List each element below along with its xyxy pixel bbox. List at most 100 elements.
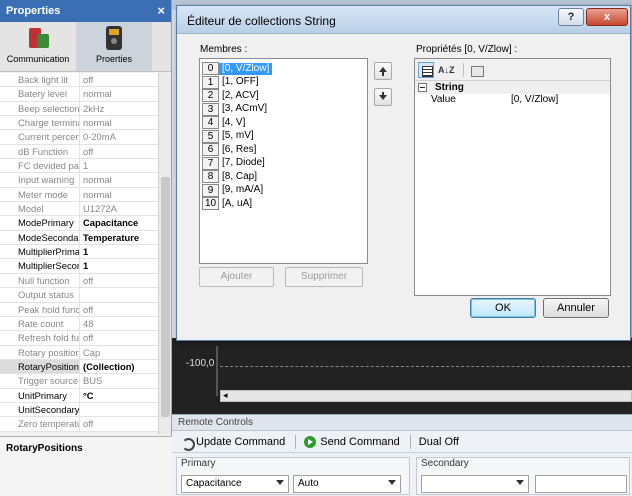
list-item[interactable]: 4 [4, V] — [202, 116, 248, 130]
property-value[interactable]: Capacitance — [80, 216, 158, 229]
property-row[interactable]: dB Function off — [0, 144, 158, 160]
property-row[interactable]: ModePrimary Capacitance — [0, 216, 158, 231]
property-value[interactable]: °C — [80, 389, 158, 402]
remote-toolbar: Update Command Send Command Dual Off — [172, 431, 632, 453]
property-row[interactable]: Batery level normal — [0, 87, 158, 102]
property-value[interactable]: [0, V/Zlow] — [509, 94, 610, 107]
property-key: FC devided pa — [0, 159, 80, 173]
property-value[interactable]: normal — [80, 173, 158, 186]
property-row[interactable]: Rotary position Cap — [0, 345, 158, 360]
property-value[interactable]: 1 — [80, 159, 158, 172]
property-row[interactable]: Charge terminal normal — [0, 116, 158, 131]
dual-off-button[interactable]: Dual Off — [419, 436, 459, 448]
property-row[interactable]: Output status — [0, 288, 158, 303]
property-row[interactable]: Current percent 0-20mA — [0, 130, 158, 145]
property-row[interactable]: MultiplierSecondary1 — [0, 259, 158, 274]
property-value[interactable]: off — [80, 73, 158, 86]
send-command-button[interactable]: Send Command — [304, 435, 400, 448]
dialog-titlebar[interactable]: Éditeur de collections String ? x — [177, 6, 630, 34]
members-list[interactable]: 0 [0, V/Zlow] 1 [1, OFF] 2 [2, ACV] 3 [3, AC… — [199, 58, 368, 264]
help-button[interactable]: ? — [558, 8, 584, 26]
property-value[interactable]: off — [80, 331, 158, 344]
update-command-button[interactable]: Update Command — [180, 436, 285, 451]
list-item[interactable]: 7 [7, Diode] — [202, 156, 268, 170]
list-item[interactable]: 1 [1, OFF] — [202, 75, 262, 89]
property-row[interactable]: Refresh fold funcoff — [0, 331, 158, 346]
property-value[interactable]: off — [80, 417, 158, 430]
property-pages-icon[interactable] — [468, 62, 484, 78]
property-row-selected[interactable]: RotaryPositions (Collection) — [0, 359, 158, 375]
property-value[interactable]: 0-20mA — [80, 130, 158, 143]
property-row[interactable]: Back light lit off — [0, 73, 158, 88]
ok-button[interactable]: OK — [470, 298, 536, 318]
property-value[interactable]: Temperature — [80, 231, 158, 244]
chart-scrollbar[interactable]: ◂ — [220, 390, 632, 402]
property-value[interactable] — [80, 403, 158, 416]
property-value[interactable]: off — [80, 303, 158, 316]
property-value[interactable]: normal — [80, 188, 158, 201]
list-item[interactable]: 10 [A, uA] — [202, 197, 255, 211]
property-row[interactable]: ModeSecondary Temperature — [0, 230, 158, 246]
property-value[interactable]: Cap — [80, 346, 158, 359]
list-item[interactable]: 6 [6, Res] — [202, 143, 259, 157]
close-icon[interactable]: × — [157, 3, 165, 18]
cancel-button[interactable]: Annuler — [543, 298, 609, 318]
member-text: [1, OFF] — [222, 76, 259, 88]
property-row[interactable]: MultiplierPrimary1 — [0, 245, 158, 260]
list-item[interactable]: 5 [5, mV] — [202, 129, 257, 143]
secondary-range-select[interactable] — [535, 475, 627, 493]
property-row[interactable]: Peak hold func off — [0, 302, 158, 317]
property-row-value[interactable]: Value [0, V/Zlow] — [415, 94, 610, 107]
tab-communication[interactable]: Communication — [0, 22, 76, 71]
move-down-button[interactable] — [374, 88, 392, 106]
property-value[interactable]: off — [80, 145, 158, 158]
property-grid-scrollbar[interactable] — [158, 73, 171, 435]
primary-range-select[interactable]: Auto — [293, 475, 401, 493]
scrollbar-thumb[interactable] — [161, 177, 170, 417]
collection-editor-dialog: Éditeur de collections String ? x Membre… — [176, 5, 631, 341]
move-up-button[interactable] — [374, 62, 392, 80]
member-index: 0 — [202, 62, 219, 76]
property-row[interactable]: UnitPrimary °C — [0, 388, 158, 403]
property-value[interactable]: (Collection) — [80, 360, 158, 373]
list-item[interactable]: 2 [2, ACV] — [202, 89, 262, 103]
category-row-string[interactable]: String — [415, 81, 610, 94]
list-item[interactable]: 3 [3, ACmV] — [202, 102, 270, 116]
property-value[interactable]: normal — [80, 116, 158, 129]
property-row[interactable]: Meter mode normal — [0, 187, 158, 203]
property-value[interactable]: BUS — [80, 374, 158, 387]
property-row[interactable]: UnitSecondary — [0, 402, 158, 418]
property-row[interactable]: Beep selection 2kHz — [0, 101, 158, 117]
property-row[interactable]: Model U1272A — [0, 202, 158, 217]
dialog-close-button[interactable]: x — [586, 8, 628, 26]
add-button[interactable]: Ajouter — [199, 267, 274, 287]
property-row[interactable]: Input warning normal — [0, 173, 158, 188]
list-item[interactable]: 9 [9, mA/A] — [202, 183, 266, 197]
property-row[interactable]: FC devided pa 1 — [0, 159, 158, 174]
primary-mode-select[interactable]: Capacitance — [181, 475, 289, 493]
property-value[interactable]: 48 — [80, 317, 158, 330]
tab-properties[interactable]: Proerties — [76, 22, 152, 71]
property-value[interactable] — [80, 288, 158, 301]
property-row[interactable]: Null function off — [0, 273, 158, 289]
property-row[interactable]: Rate count 48 — [0, 316, 158, 332]
property-value[interactable]: normal — [80, 87, 158, 100]
property-value[interactable]: 1 — [80, 259, 158, 272]
categorized-view-icon[interactable] — [418, 62, 434, 78]
property-value[interactable]: 1 — [80, 245, 158, 258]
secondary-mode-select[interactable] — [421, 475, 529, 493]
scroll-left-icon[interactable]: ◂ — [223, 390, 228, 401]
alphabetical-sort-icon[interactable]: A↓Z — [437, 62, 455, 78]
refresh-icon — [180, 436, 195, 451]
property-value[interactable]: U1272A — [80, 202, 158, 215]
list-item-selected[interactable]: 0 [0, V/Zlow] — [202, 62, 273, 76]
member-index: 7 — [202, 156, 219, 170]
property-row[interactable]: Trigger source BUS — [0, 374, 158, 389]
chevron-down-icon — [516, 480, 524, 485]
property-value[interactable]: off — [80, 274, 158, 287]
list-item[interactable]: 8 [8, Cap] — [202, 170, 260, 184]
remove-button[interactable]: Supprimer — [285, 267, 363, 287]
property-row[interactable]: Zero temperatureoff — [0, 417, 158, 432]
property-value[interactable]: 2kHz — [80, 102, 158, 115]
collapse-icon[interactable] — [418, 83, 427, 92]
